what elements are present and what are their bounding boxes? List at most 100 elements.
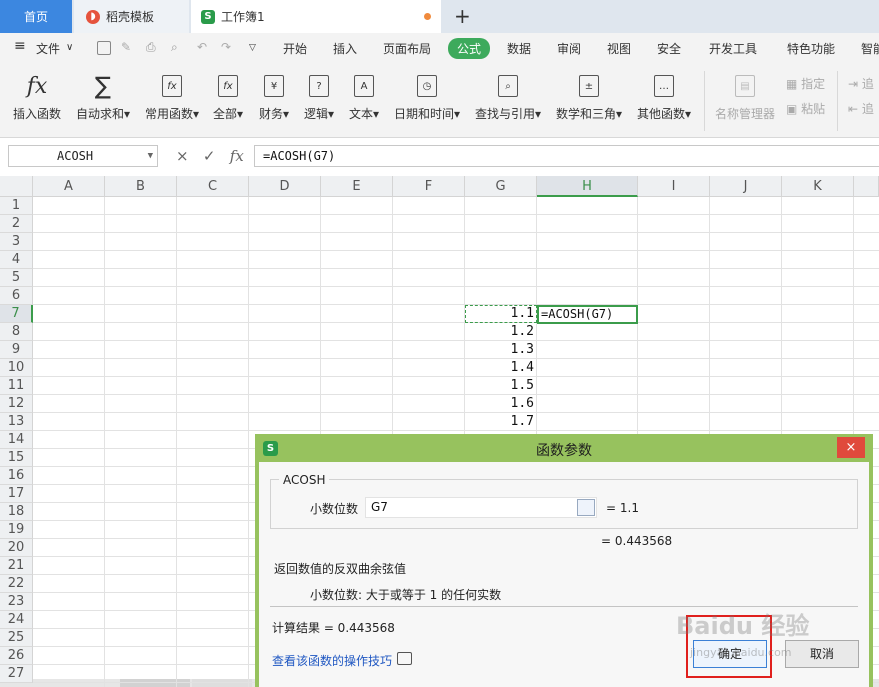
row-header-9[interactable]: 9 <box>0 341 33 359</box>
autosum-button[interactable]: ∑ 自动求和▾ <box>74 71 132 122</box>
menu-data[interactable]: 数据 <box>507 40 531 57</box>
menu-review[interactable]: 审阅 <box>557 40 581 57</box>
common-functions-button[interactable]: fx 常用函数▾ <box>143 71 201 122</box>
row-header-26[interactable]: 26 <box>0 647 33 665</box>
video-tutorial-icon[interactable] <box>397 652 412 665</box>
row-header-10[interactable]: 10 <box>0 359 33 377</box>
row-header-6[interactable]: 6 <box>0 287 33 305</box>
quick-access-more-icon[interactable]: ▽ <box>249 43 256 53</box>
column-header-c[interactable]: C <box>177 176 249 197</box>
row-header-24[interactable]: 24 <box>0 611 33 629</box>
chevron-down-icon[interactable]: ∨ <box>66 42 73 53</box>
menu-home[interactable]: 开始 <box>283 40 307 57</box>
sheet-tab[interactable] <box>192 679 252 687</box>
trace-precedents-button[interactable]: ⇥ 追 <box>848 75 874 92</box>
paste-name-button[interactable]: ▣ 粘贴 <box>786 100 825 117</box>
menu-view[interactable]: 视图 <box>607 40 631 57</box>
row-header-3[interactable]: 3 <box>0 233 33 251</box>
row-header-2[interactable]: 2 <box>0 215 33 233</box>
hamburger-icon[interactable]: ≡ <box>14 38 26 54</box>
cell-g11[interactable]: 1.5 <box>465 378 534 393</box>
cell-g9[interactable]: 1.3 <box>465 342 534 357</box>
lookup-reference-button[interactable]: ⌕ 查找与引用▾ <box>473 71 543 122</box>
chevron-down-icon[interactable]: ▼ <box>148 146 153 166</box>
all-functions-button[interactable]: fx 全部▾ <box>211 71 245 122</box>
financial-button[interactable]: ¥ 财务▾ <box>257 71 291 122</box>
logical-button[interactable]: ? 逻辑▾ <box>302 71 336 122</box>
trace-dependents-button[interactable]: ⇤ 追 <box>848 100 874 117</box>
argument-input[interactable]: G7 <box>365 497 597 518</box>
function-help-link[interactable]: 查看该函数的操作技巧 <box>272 652 392 669</box>
menu-file[interactable]: 文件 <box>36 40 60 57</box>
print-preview-icon[interactable]: ⌕ <box>171 40 178 55</box>
collapse-dialog-icon[interactable] <box>577 499 595 516</box>
tab-home[interactable]: 首页 <box>0 0 72 33</box>
column-header-b[interactable]: B <box>105 176 177 197</box>
dialog-title-bar[interactable]: S 函数参数 × <box>255 434 873 462</box>
column-header-g[interactable]: G <box>465 176 537 197</box>
redo-icon[interactable]: ↷ <box>221 40 231 54</box>
name-manager-button[interactable]: ▤ 名称管理器 <box>713 71 777 122</box>
insert-function-button[interactable]: fx 插入函数 <box>10 71 64 122</box>
column-header-i[interactable]: I <box>638 176 710 197</box>
new-tab-plus-icon[interactable]: + <box>454 4 471 28</box>
row-header-20[interactable]: 20 <box>0 539 33 557</box>
row-header-25[interactable]: 25 <box>0 629 33 647</box>
row-header-5[interactable]: 5 <box>0 269 33 287</box>
row-header-17[interactable]: 17 <box>0 485 33 503</box>
cell-g12[interactable]: 1.6 <box>465 396 534 411</box>
row-header-8[interactable]: 8 <box>0 323 33 341</box>
close-icon[interactable]: × <box>837 437 865 458</box>
math-trig-button[interactable]: ± 数学和三角▾ <box>554 71 624 122</box>
date-time-button[interactable]: ◷ 日期和时间▾ <box>392 71 462 122</box>
row-header-18[interactable]: 18 <box>0 503 33 521</box>
select-all-corner[interactable] <box>0 176 33 197</box>
row-header-15[interactable]: 15 <box>0 449 33 467</box>
name-box[interactable]: ACOSH ▼ <box>8 145 158 167</box>
row-header-23[interactable]: 23 <box>0 593 33 611</box>
row-header-16[interactable]: 16 <box>0 467 33 485</box>
row-header-27[interactable]: 27 <box>0 665 33 683</box>
menu-special[interactable]: 特色功能 <box>787 40 835 57</box>
menu-security[interactable]: 安全 <box>657 40 681 57</box>
format-painter-icon[interactable]: ✎ <box>121 40 131 54</box>
confirm-icon[interactable]: ✓ <box>203 147 216 165</box>
menu-smart[interactable]: 智能 <box>861 40 879 57</box>
row-header-1[interactable]: 1 <box>0 197 33 215</box>
menu-page-layout[interactable]: 页面布局 <box>383 40 431 57</box>
tab-docer[interactable]: ◗ 稻壳模板 <box>74 0 189 33</box>
column-header-j[interactable]: J <box>710 176 782 197</box>
row-header-12[interactable]: 12 <box>0 395 33 413</box>
undo-icon[interactable]: ↶ <box>197 40 207 54</box>
save-icon[interactable] <box>97 41 111 55</box>
cancel-icon[interactable]: × <box>176 147 189 165</box>
row-header-14[interactable]: 14 <box>0 431 33 449</box>
cell-g10[interactable]: 1.4 <box>465 360 534 375</box>
tab-workbook[interactable]: S 工作簿1 <box>191 0 441 33</box>
row-header-11[interactable]: 11 <box>0 377 33 395</box>
print-icon[interactable]: ⎙ <box>146 40 156 55</box>
cell-g13[interactable]: 1.7 <box>465 414 534 429</box>
more-functions-button[interactable]: … 其他函数▾ <box>635 71 693 122</box>
text-functions-button[interactable]: A 文本▾ <box>347 71 381 122</box>
column-header-f[interactable]: F <box>393 176 465 197</box>
fx-icon[interactable]: fx <box>230 147 244 165</box>
menu-formulas[interactable]: 公式 <box>448 38 491 59</box>
column-header-d[interactable]: D <box>249 176 321 197</box>
define-name-button[interactable]: ▦ 指定 <box>786 75 825 92</box>
row-header-4[interactable]: 4 <box>0 251 33 269</box>
menu-insert[interactable]: 插入 <box>333 40 357 57</box>
active-cell-h7[interactable]: =ACOSH(G7) <box>537 305 638 324</box>
row-header-13[interactable]: 13 <box>0 413 33 431</box>
row-header-19[interactable]: 19 <box>0 521 33 539</box>
formula-input[interactable]: =ACOSH(G7) <box>254 145 879 167</box>
row-header-7[interactable]: 7 <box>0 305 33 323</box>
cancel-button[interactable]: 取消 <box>785 640 859 668</box>
column-header-e[interactable]: E <box>321 176 393 197</box>
row-header-22[interactable]: 22 <box>0 575 33 593</box>
sheet-tab[interactable] <box>120 679 190 687</box>
column-header-a[interactable]: A <box>33 176 105 197</box>
row-header-21[interactable]: 21 <box>0 557 33 575</box>
menu-developer[interactable]: 开发工具 <box>709 40 757 57</box>
column-header-k[interactable]: K <box>782 176 854 197</box>
